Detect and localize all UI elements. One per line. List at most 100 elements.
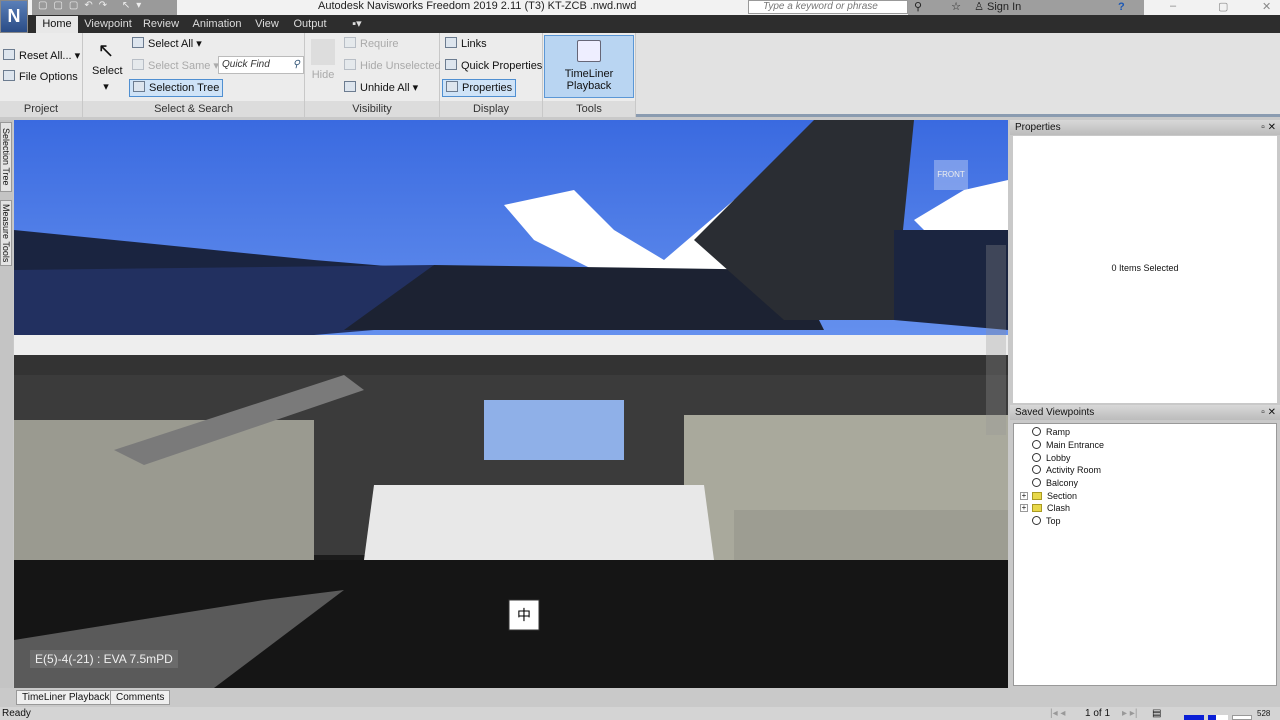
measure-tools-tab[interactable]: Measure Tools bbox=[0, 200, 12, 266]
tab-viewpoint[interactable]: Viewpoint bbox=[82, 16, 134, 33]
group-label: Select & Search bbox=[83, 101, 304, 117]
viewpoint-item[interactable]: Ramp bbox=[1032, 426, 1070, 438]
3d-viewport[interactable]: 中 FRONT bbox=[14, 120, 1008, 688]
require-button[interactable]: Require bbox=[341, 36, 402, 52]
minimize-button[interactable]: – bbox=[1170, 0, 1176, 12]
group-label: Tools bbox=[543, 101, 635, 117]
group-select-search: ↖ Select ▾ Select All ▾ Select Same ▾ Sele… bbox=[83, 33, 305, 117]
links-button[interactable]: Links bbox=[442, 36, 490, 52]
status-text: Ready bbox=[2, 708, 31, 719]
tab-view[interactable]: View bbox=[250, 16, 284, 33]
select-same-button[interactable]: Select Same ▾ bbox=[129, 58, 222, 74]
timeliner-clock-icon bbox=[577, 40, 601, 62]
selection-tree-tab[interactable]: Selection Tree bbox=[0, 122, 12, 192]
viewpoint-item[interactable]: Activity Room bbox=[1032, 464, 1101, 476]
folder-item[interactable]: + Clash bbox=[1020, 502, 1070, 514]
left-dock-tabs: Selection Tree Measure Tools bbox=[0, 120, 13, 690]
file-options-button[interactable]: File Options bbox=[0, 69, 81, 85]
memory-value: 528 bbox=[1257, 709, 1271, 718]
viewpoint-tree: Ramp Main Entrance Lobby Activity Room B… bbox=[1013, 423, 1277, 686]
ribbon: Reset All... ▾ File Options Project ↖ Sel… bbox=[0, 33, 1280, 117]
group-label: Visibility bbox=[305, 101, 439, 117]
quick-properties-button[interactable]: Quick Properties bbox=[442, 58, 545, 74]
close-icon[interactable]: ▫ ✕ bbox=[1261, 120, 1276, 135]
first-page-button[interactable]: |◂ ◂ bbox=[1050, 707, 1065, 720]
expand-icon[interactable]: + bbox=[1020, 504, 1028, 512]
svg-text:中: 中 bbox=[517, 607, 531, 623]
3d-scene: 中 bbox=[14, 120, 1008, 688]
binoculars-icon[interactable]: ⚲ bbox=[914, 1, 922, 13]
select-all-icon bbox=[132, 37, 144, 48]
find-icon[interactable]: ⚲ bbox=[293, 57, 300, 73]
sign-in-link[interactable]: Sign In bbox=[987, 1, 1021, 13]
viewpoint-item[interactable]: Balcony bbox=[1032, 477, 1078, 489]
application-menu-button[interactable]: N bbox=[0, 0, 28, 33]
reset-icon bbox=[3, 49, 15, 60]
select-all-button[interactable]: Select All ▾ bbox=[129, 36, 205, 52]
properties-icon bbox=[446, 81, 458, 92]
select-button[interactable]: ↖ Select ▾ bbox=[89, 39, 123, 95]
infocenter-bar: ⚲ ☆ ♙ Sign In ? bbox=[908, 0, 1144, 15]
viewpoint-icon bbox=[1032, 427, 1041, 436]
quick-access-toolbar[interactable]: ▢▢▢↶↷ ↖▾ bbox=[32, 0, 177, 15]
sheet-browser-icon[interactable]: ▤ bbox=[1152, 707, 1161, 720]
status-bar: Ready |◂ ◂ 1 of 1 ▸ ▸| ▤ 528 bbox=[0, 707, 1280, 720]
quick-properties-icon bbox=[445, 59, 457, 70]
tab-output[interactable]: Output bbox=[290, 16, 330, 33]
viewcube[interactable]: FRONT bbox=[934, 160, 968, 190]
comments-tab[interactable]: Comments bbox=[110, 690, 171, 705]
group-label: Display bbox=[440, 101, 542, 117]
expand-icon[interactable]: + bbox=[1020, 492, 1028, 500]
ribbon-tabs: Home Viewpoint Review Animation View Out… bbox=[28, 15, 1280, 33]
navigation-bar[interactable] bbox=[986, 245, 1006, 435]
hide-button[interactable]: Hide bbox=[307, 37, 339, 83]
reset-all-button[interactable]: Reset All... ▾ bbox=[0, 48, 83, 64]
viewpoint-item[interactable]: Main Entrance bbox=[1032, 439, 1104, 451]
folder-item[interactable]: + Section bbox=[1020, 490, 1077, 502]
tab-animation[interactable]: Animation bbox=[188, 16, 246, 33]
file-options-icon bbox=[3, 70, 15, 81]
empty-selection-text: 0 Items Selected bbox=[1111, 263, 1179, 273]
viewpoint-icon bbox=[1032, 453, 1041, 462]
properties-button[interactable]: Properties bbox=[442, 79, 517, 97]
user-icon[interactable]: ♙ bbox=[974, 1, 984, 13]
require-icon bbox=[344, 37, 356, 48]
camera-dropdown-icon[interactable]: ▪▾ bbox=[344, 16, 370, 33]
viewpoint-item[interactable]: Top bbox=[1032, 515, 1061, 527]
timeliner-playback-button[interactable]: TimeLiner Playback bbox=[544, 35, 634, 98]
hide-unselected-icon bbox=[344, 59, 356, 70]
unhide-all-icon bbox=[344, 81, 356, 92]
tab-review[interactable]: Review bbox=[140, 16, 182, 33]
viewpoint-item[interactable]: Lobby bbox=[1032, 452, 1071, 464]
help-search-input[interactable]: Type a keyword or phrase bbox=[748, 0, 908, 14]
hide-unselected-button[interactable]: Hide Unselected bbox=[341, 58, 444, 74]
close-button[interactable]: ✕ bbox=[1262, 0, 1271, 13]
timeliner-playback-tab[interactable]: TimeLiner Playback bbox=[16, 690, 116, 705]
unhide-all-button[interactable]: Unhide All ▾ bbox=[341, 80, 421, 96]
group-display: Links Quick Properties Properties Displa… bbox=[440, 33, 543, 117]
viewpoint-icon bbox=[1032, 465, 1041, 474]
group-label: Project bbox=[0, 101, 82, 117]
panel-header: Saved Viewpoints ▫ ✕ bbox=[1010, 405, 1280, 420]
viewpoint-icon bbox=[1032, 516, 1041, 525]
folder-icon bbox=[1032, 504, 1042, 512]
bottom-dock-tabs: TimeLiner Playback Comments bbox=[0, 688, 1280, 707]
tab-home[interactable]: Home bbox=[36, 16, 78, 33]
select-same-icon bbox=[132, 59, 144, 70]
properties-panel: Properties ▫ ✕ 0 Items Selected bbox=[1010, 120, 1280, 405]
close-icon[interactable]: ▫ ✕ bbox=[1261, 405, 1276, 420]
link-icon bbox=[445, 37, 457, 48]
viewpoint-icon bbox=[1032, 440, 1041, 449]
quick-find-input[interactable]: Quick Find ⚲ bbox=[218, 56, 304, 74]
cursor-icon: ↖ bbox=[97, 40, 115, 62]
next-page-button[interactable]: ▸ ▸| bbox=[1122, 707, 1137, 720]
help-icon[interactable]: ? bbox=[1118, 0, 1125, 14]
selection-tree-button[interactable]: Selection Tree bbox=[129, 79, 224, 97]
render-progress-bar bbox=[1184, 715, 1204, 720]
memory-bar bbox=[1208, 715, 1228, 720]
star-icon[interactable]: ☆ bbox=[951, 1, 961, 13]
panel-header: Properties ▫ ✕ bbox=[1010, 120, 1280, 135]
saved-viewpoints-panel: Saved Viewpoints ▫ ✕ Ramp Main Entrance L… bbox=[1010, 405, 1280, 688]
window-controls: – ▢ ✕ bbox=[1150, 0, 1280, 15]
maximize-button[interactable]: ▢ bbox=[1218, 0, 1228, 13]
